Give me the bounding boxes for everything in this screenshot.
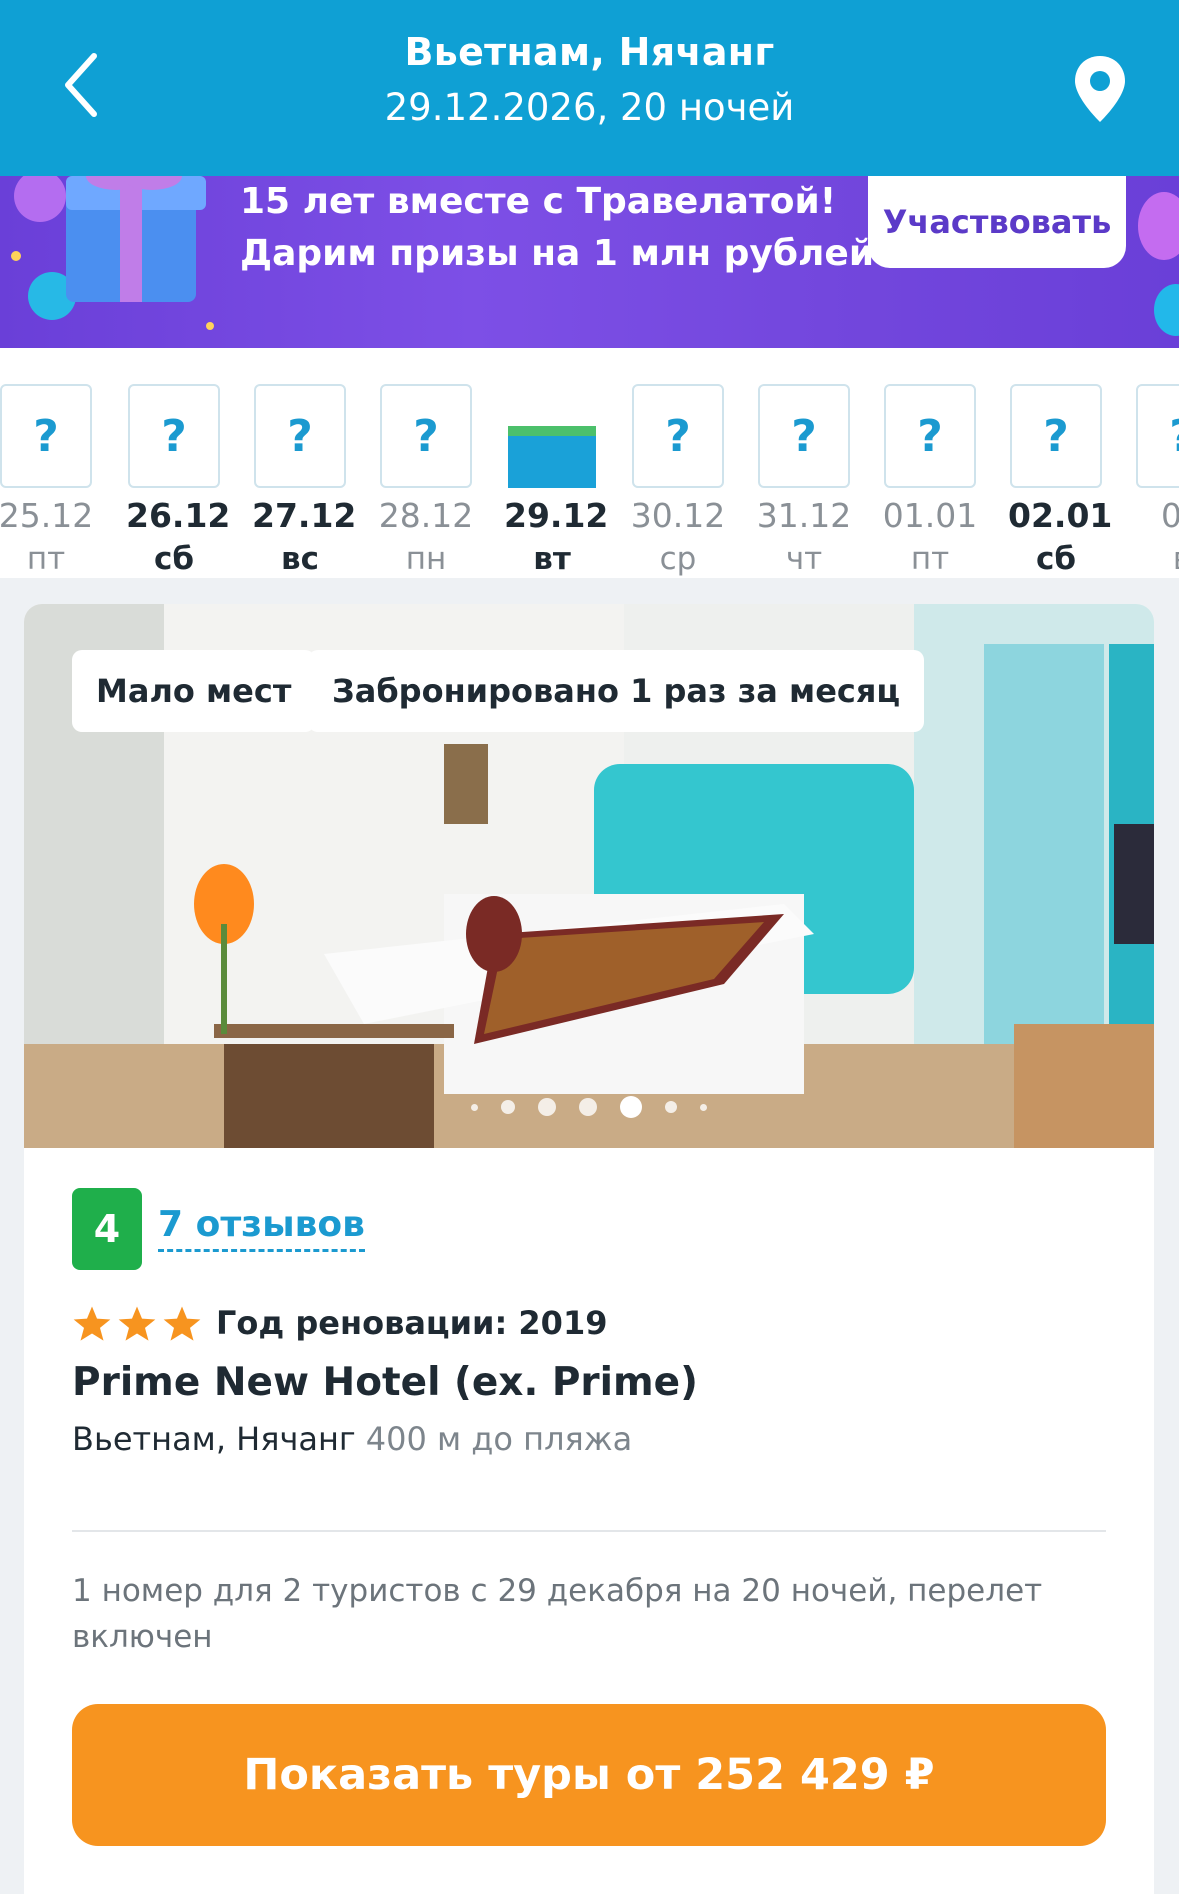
promo-banner[interactable]: 15 лет вместе с Травелатой! Дарим призы … [0,176,1179,348]
weekday-label: вс [281,541,319,577]
hotel-card[interactable]: Мало мест Забронировано 1 раз за месяц 4… [24,604,1154,1894]
carousel-dots[interactable] [24,1096,1154,1118]
weekday-label: пт [26,541,66,577]
date-label: 30.12 [630,496,726,535]
hotel-name[interactable]: Prime New Hotel (ex. Prime) [72,1360,698,1405]
weekday-label: вт [533,541,571,577]
unknown-price-box: ? [1136,384,1179,488]
unknown-price-box: ? [254,384,346,488]
unknown-price-box: ? [128,384,220,488]
promo-text: 15 лет вместе с Травелатой! Дарим призы … [240,176,874,280]
date-option[interactable]: ? 27.12 вс [252,384,357,577]
date-label: 01.01 [882,496,978,535]
star-icon [73,1306,111,1341]
carousel-dot[interactable] [700,1103,708,1111]
carousel-dot[interactable] [537,1098,556,1116]
reviews-link[interactable]: 7 отзывов [158,1204,365,1252]
beach-distance: 400 м до пляжа [365,1420,633,1458]
tour-description: 1 номер для 2 туристов с 29 декабря на 2… [72,1573,1043,1655]
hotel-photo[interactable]: Мало мест Забронировано 1 раз за месяц [24,604,1154,1148]
carousel-dot[interactable] [500,1100,515,1114]
weekday-label: пн [405,541,447,577]
unknown-price-box: ? [0,384,92,488]
map-button[interactable] [1065,44,1135,134]
date-option[interactable]: ? 30.12 ср [630,384,726,577]
gift-icon [11,176,214,330]
star-icon [163,1306,201,1341]
star-icon [118,1306,156,1341]
date-option[interactable]: ? 01.01 пт [882,384,978,577]
unknown-price-box: ? [1010,384,1102,488]
date-label: 02.01 [1008,496,1113,535]
top-bar: Вьетнам, Нячанг 29.12.2026, 20 ночей [0,0,1179,176]
weekday-label: в [1134,541,1179,577]
date-label: 29.12 [504,496,609,535]
participate-button[interactable]: Участвовать [868,176,1126,268]
destination-title: Вьетнам, Нячанг [404,30,775,74]
hotel-stars [72,1304,207,1344]
date-option[interactable]: ? 26.12 сб [126,384,231,577]
date-option[interactable]: ? 31.12 чт [756,384,852,577]
carousel-dot[interactable] [470,1103,478,1111]
promo-line-2: Дарим призы на 1 млн рублей [240,233,875,274]
date-label: 26.12 [126,496,231,535]
unknown-price-box: ? [758,384,850,488]
price-bar [508,426,596,488]
show-tours-button[interactable]: Показать туры от 252 429 ₽ [72,1704,1106,1846]
date-label: 25.12 [0,496,94,535]
carousel-dot[interactable] [579,1098,597,1116]
carousel-dot[interactable] [665,1101,678,1113]
date-option[interactable]: ? 03 в [1134,384,1179,577]
weekday-label: сб [1035,541,1077,577]
balloon-icon [1138,192,1179,336]
unknown-price-box: ? [884,384,976,488]
date-label: 31.12 [756,496,852,535]
weekday-label: сб [153,541,195,577]
booked-recently-tag: Забронировано 1 раз за месяц [308,650,925,732]
hotel-location: Вьетнам, Нячанг 400 м до пляжа [72,1420,632,1458]
date-label: 27.12 [252,496,357,535]
weekday-label: чт [785,541,823,577]
carousel-dot-active[interactable] [620,1096,643,1118]
date-option[interactable]: ? 25.12 пт [0,384,94,577]
weekday-label: ср [659,541,697,577]
location-text: Вьетнам, Нячанг [72,1420,356,1458]
date-option[interactable]: 29.12 вт [504,384,609,577]
unknown-price-box: ? [380,384,472,488]
unknown-price-box: ? [632,384,724,488]
promo-line-1: 15 лет вместе с Травелатой! [240,181,837,222]
rating-badge: 4 [72,1188,142,1270]
renovation-year: Год реновации: 2019 [216,1304,608,1342]
price-bar-selected [506,384,598,488]
low-availability-tag: Мало мест [72,650,316,732]
divider [72,1530,1106,1532]
date-selector: ? 25.12 пт? 26.12 сб? 27.12 вс? 28.12 пн 29.12 вт?… [0,348,1179,578]
trip-dates: 29.12.2026, 20 ночей [384,86,795,129]
date-label: 03 [1161,496,1179,535]
weekday-label: пт [910,541,950,577]
date-option[interactable]: ? 28.12 пн [378,384,474,577]
map-pin-icon [1075,56,1125,122]
date-option[interactable]: ? 02.01 сб [1008,384,1113,577]
date-label: 28.12 [378,496,474,535]
